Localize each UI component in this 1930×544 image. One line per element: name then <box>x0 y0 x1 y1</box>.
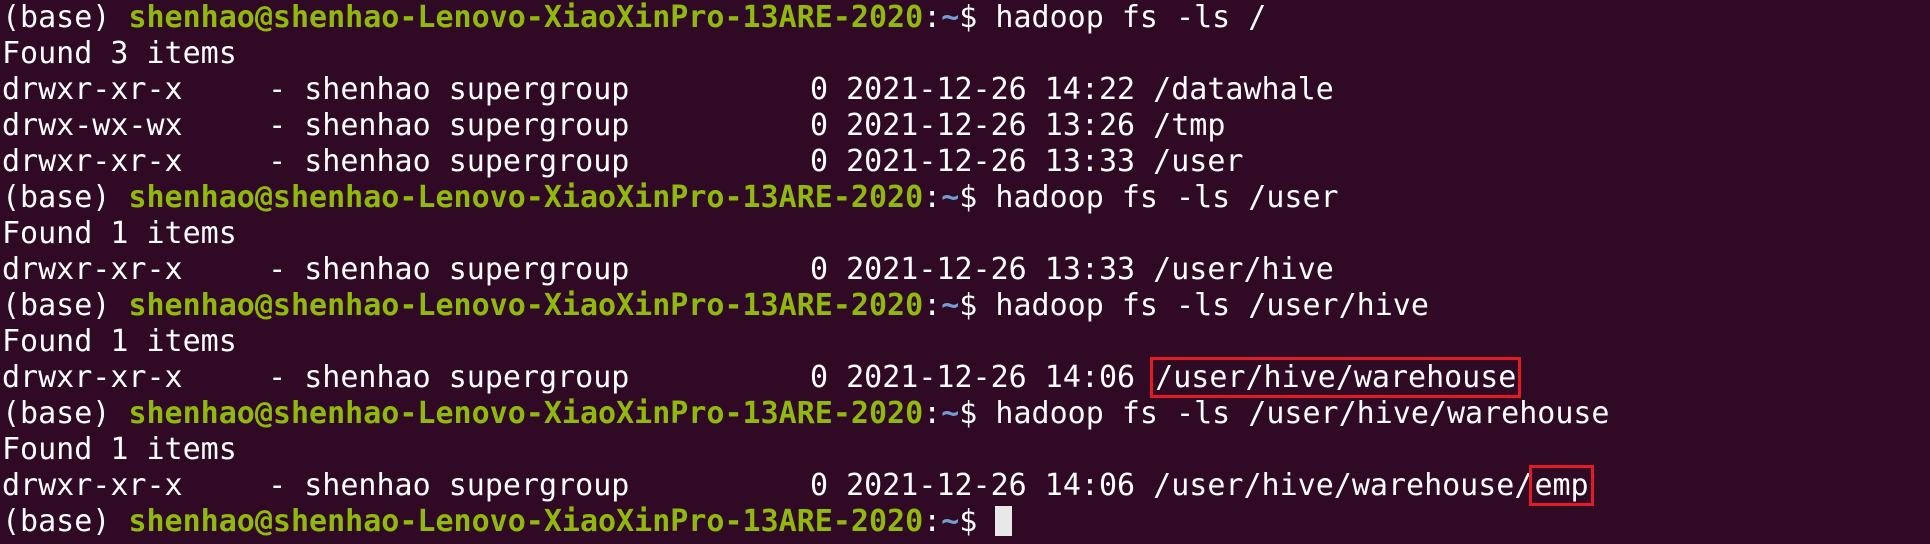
text-cursor[interactable] <box>995 506 1013 536</box>
entry-metadata: - shenhao supergroup 0 2021-12-26 14:06 <box>232 468 1154 503</box>
prompt-colon: : <box>923 288 942 323</box>
entry-metadata: - shenhao supergroup 0 2021-12-26 13:33 <box>232 252 1154 287</box>
output-text: Found 3 items <box>2 36 237 71</box>
prompt-path: ~ <box>941 396 960 431</box>
prompt-dollar: $ <box>959 0 996 35</box>
entry-metadata: - shenhao supergroup 0 2021-12-26 13:33 <box>232 144 1154 179</box>
output-line: Found 1 items <box>2 216 1930 252</box>
prompt-env: (base) <box>2 504 129 539</box>
prompt-dollar: $ <box>959 504 996 539</box>
prompt-user-host: shenhao@shenhao-Lenovo-XiaoXinPro-13ARE-… <box>128 0 924 35</box>
output-text: Found 1 items <box>2 324 237 359</box>
prompt-env: (base) <box>2 0 129 35</box>
command-line: (base) shenhao@shenhao-Lenovo-XiaoXinPro… <box>2 396 1930 432</box>
entry-path: /datawhale <box>1153 72 1334 107</box>
command-line: (base) shenhao@shenhao-Lenovo-XiaoXinPro… <box>2 0 1930 36</box>
prompt-user-host: shenhao@shenhao-Lenovo-XiaoXinPro-13ARE-… <box>128 396 924 431</box>
prompt-colon: : <box>923 396 942 431</box>
listing-entry: drwxr-xr-x - shenhao supergroup 0 2021-1… <box>2 252 1930 288</box>
prompt-dollar: $ <box>959 180 996 215</box>
command-text: hadoop fs -ls /user/hive <box>995 288 1429 323</box>
command-line: (base) shenhao@shenhao-Lenovo-XiaoXinPro… <box>2 288 1930 324</box>
command-text: hadoop fs -ls / <box>995 0 1267 35</box>
listing-entry: drwxr-xr-x - shenhao supergroup 0 2021-1… <box>2 144 1930 180</box>
prompt-path: ~ <box>941 288 960 323</box>
prompt-colon: : <box>923 504 942 539</box>
prompt-path: ~ <box>941 0 960 35</box>
prompt-path: ~ <box>941 180 960 215</box>
entry-permissions: drwxr-xr-x <box>2 468 183 503</box>
command-text: hadoop fs -ls /user <box>995 180 1339 215</box>
output-text: Found 1 items <box>2 432 237 467</box>
command-text: hadoop fs -ls /user/hive/warehouse <box>995 396 1610 431</box>
listing-entry: drwxr-xr-x - shenhao supergroup 0 2021-1… <box>2 465 1930 506</box>
terminal-window[interactable]: (base) shenhao@shenhao-Lenovo-XiaoXinPro… <box>0 0 1930 544</box>
output-text: Found 1 items <box>2 216 237 251</box>
prompt-user-host: shenhao@shenhao-Lenovo-XiaoXinPro-13ARE-… <box>128 288 924 323</box>
entry-path: /user/hive <box>1153 252 1334 287</box>
output-line: Found 1 items <box>2 324 1930 360</box>
entry-permissions: drwx-wx-wx <box>2 108 183 143</box>
prompt-user-host: shenhao@shenhao-Lenovo-XiaoXinPro-13ARE-… <box>128 180 924 215</box>
entry-path: /tmp <box>1153 108 1226 143</box>
prompt-path: ~ <box>941 504 960 539</box>
entry-metadata: - shenhao supergroup 0 2021-12-26 13:26 <box>232 108 1154 143</box>
active-prompt-line: (base) shenhao@shenhao-Lenovo-XiaoXinPro… <box>2 504 1930 540</box>
entry-permissions: drwxr-xr-x <box>2 252 183 287</box>
entry-permissions: drwxr-xr-x <box>2 72 183 107</box>
listing-entry: drwxr-xr-x - shenhao supergroup 0 2021-1… <box>2 72 1930 108</box>
entry-permissions: drwxr-xr-x <box>2 360 183 395</box>
prompt-dollar: $ <box>959 288 996 323</box>
entry-path: /user/hive/warehouse/ <box>1153 468 1533 503</box>
prompt-env: (base) <box>2 288 129 323</box>
entry-permissions: drwxr-xr-x <box>2 144 183 179</box>
entry-path: /user <box>1153 144 1244 179</box>
prompt-user-host: shenhao@shenhao-Lenovo-XiaoXinPro-13ARE-… <box>128 504 924 539</box>
command-line: (base) shenhao@shenhao-Lenovo-XiaoXinPro… <box>2 180 1930 216</box>
listing-entry: drwxr-xr-x - shenhao supergroup 0 2021-1… <box>2 357 1930 398</box>
output-line: Found 3 items <box>2 36 1930 72</box>
highlighted-path: emp <box>1529 465 1594 506</box>
listing-entry: drwx-wx-wx - shenhao supergroup 0 2021-1… <box>2 108 1930 144</box>
prompt-dollar: $ <box>959 396 996 431</box>
entry-metadata: - shenhao supergroup 0 2021-12-26 14:06 <box>232 360 1154 395</box>
prompt-env: (base) <box>2 396 129 431</box>
prompt-colon: : <box>923 0 942 35</box>
highlighted-path: /user/hive/warehouse <box>1150 357 1522 398</box>
prompt-env: (base) <box>2 180 129 215</box>
prompt-colon: : <box>923 180 942 215</box>
output-line: Found 1 items <box>2 432 1930 468</box>
entry-metadata: - shenhao supergroup 0 2021-12-26 14:22 <box>232 72 1154 107</box>
